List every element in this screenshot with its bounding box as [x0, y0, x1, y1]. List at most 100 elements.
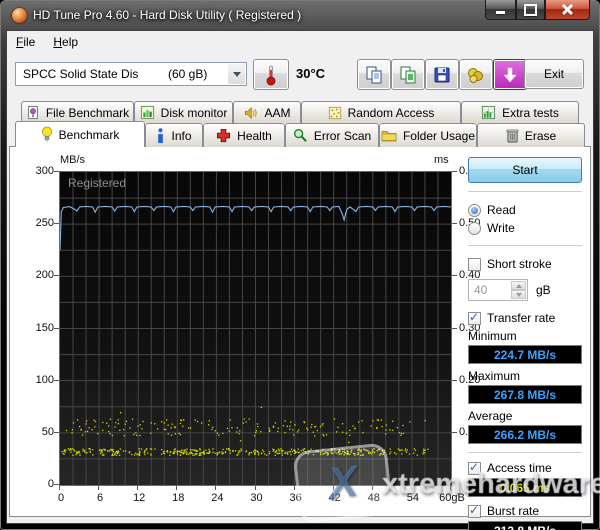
average-value: 266.2 MB/s [468, 425, 582, 444]
left-axis-tick: 0 [47, 478, 54, 490]
tab-label: Error Scan [313, 128, 372, 143]
tick-mark [452, 275, 457, 277]
tick-mark [54, 223, 59, 225]
write-label: Write [487, 221, 515, 235]
copy-image-icon [400, 66, 416, 83]
access-time-checkbox[interactable] [468, 460, 481, 475]
tick-mark [59, 486, 60, 490]
x-axis-tick: 0 [57, 492, 65, 504]
left-axis-tick: 100 [35, 373, 54, 386]
short-stroke-label: Short stroke [487, 257, 552, 271]
tick-mark [54, 275, 59, 277]
drive-selector-capacity: (60 gB) [168, 67, 208, 81]
burst-rate-row[interactable]: Burst rate [468, 502, 582, 520]
copy-button[interactable] [357, 59, 391, 90]
tick-mark [452, 223, 457, 225]
benchmark-plot: Registered [59, 171, 452, 486]
tick-mark [254, 486, 256, 490]
transfer-rate-checkbox[interactable] [468, 310, 481, 325]
tab-random-access[interactable]: Random Access [301, 101, 461, 123]
short-stroke-unit: gB [536, 283, 551, 297]
tab-row-primary: Benchmark Info Health Error Scan Folder … [15, 121, 585, 147]
minimum-label: Minimum [468, 329, 517, 343]
save-button[interactable] [425, 59, 459, 90]
close-icon [562, 4, 573, 15]
spinner-up-button[interactable] [511, 281, 526, 290]
tick-mark [176, 486, 178, 490]
burst-rate-label: Burst rate [487, 504, 540, 518]
tick-mark [54, 484, 59, 485]
tab-extra-tests[interactable]: Extra tests [461, 101, 579, 123]
short-stroke-checkbox[interactable] [468, 257, 481, 271]
tab-info[interactable]: Info [145, 123, 203, 147]
save-icon [434, 67, 450, 82]
maximize-button[interactable] [516, 0, 545, 20]
tick-mark [450, 486, 451, 490]
registered-watermark: Registered [68, 176, 127, 190]
short-stroke-size-input[interactable]: 40 [468, 279, 528, 301]
short-stroke-row[interactable]: Short stroke [468, 255, 582, 273]
menu-help[interactable]: Help [44, 32, 87, 52]
folder-icon [381, 131, 397, 142]
window-title: HD Tune Pro 4.60 - Hard Disk Utility ( R… [33, 8, 302, 22]
capture-button[interactable] [493, 59, 527, 90]
app-icon [12, 7, 27, 23]
transfer-rate-row[interactable]: Transfer rate [468, 309, 582, 327]
average-label: Average [468, 409, 513, 423]
tick-mark [452, 431, 457, 433]
x-axis-tick: 60gB [439, 492, 465, 504]
tab-row-secondary: File Benchmark Disk monitor AAM Random A… [21, 101, 579, 123]
x-axis-tick: 18 [172, 492, 185, 504]
temperature-value: 30°C [296, 66, 326, 81]
health-cross-icon [217, 128, 231, 143]
tick-mark [54, 431, 59, 433]
left-axis-unit: MB/s [60, 154, 86, 166]
spinner-down-button[interactable] [511, 290, 526, 299]
x-axis-tick: 24 [211, 492, 224, 504]
tab-label: Health [237, 128, 272, 143]
tab-health[interactable]: Health [203, 123, 285, 147]
random-access-icon [328, 106, 341, 119]
x-axis-tick: 42 [328, 492, 341, 504]
exit-button[interactable]: Exit [524, 59, 584, 89]
burst-rate-checkbox[interactable] [468, 503, 481, 518]
drive-selector[interactable]: SPCC Solid State Dis (60 gB) [15, 62, 247, 86]
access-time-value: 0.065 ms [468, 478, 582, 497]
title-bar[interactable]: HD Tune Pro 4.60 - Hard Disk Utility ( R… [0, 0, 600, 30]
copy-image-button[interactable] [391, 59, 425, 90]
tab-label: Extra tests [502, 105, 559, 120]
write-radio[interactable] [468, 221, 481, 235]
tab-disk-monitor[interactable]: Disk monitor [134, 101, 233, 123]
close-button[interactable] [545, 0, 590, 20]
temperature-button[interactable] [253, 59, 289, 90]
speaker-icon [245, 106, 258, 119]
x-axis-tick: 36 [289, 492, 302, 504]
benchmark-bulb-icon [41, 126, 52, 142]
tab-label: Random Access [347, 105, 435, 120]
minimize-button[interactable] [485, 0, 516, 20]
maximum-value: 267.8 MB/s [468, 385, 582, 404]
tab-aam[interactable]: AAM [233, 101, 301, 123]
tick-mark [54, 171, 59, 172]
menu-file[interactable]: File [7, 32, 44, 52]
tab-file-benchmark[interactable]: File Benchmark [21, 101, 134, 123]
tab-benchmark[interactable]: Benchmark [15, 121, 145, 147]
minimum-value: 224.7 MB/s [468, 345, 582, 364]
tick-mark [371, 486, 373, 490]
write-radio-row[interactable]: Write [468, 219, 582, 237]
tab-error-scan[interactable]: Error Scan [285, 123, 379, 147]
tick-mark [452, 379, 457, 381]
spinner-up-icon [515, 283, 522, 288]
tab-erase[interactable]: Erase [477, 123, 585, 147]
coins-icon [468, 67, 483, 83]
drive-selector-value: SPCC Solid State Dis [23, 67, 139, 81]
tab-label: Info [171, 128, 192, 143]
access-time-row[interactable]: Access time [468, 459, 582, 477]
tab-folder-usage[interactable]: Folder Usage [379, 123, 477, 147]
read-radio-row[interactable]: Read [468, 201, 582, 219]
app-window: HD Tune Pro 4.60 - Hard Disk Utility ( R… [0, 0, 600, 530]
chevron-down-icon [232, 71, 241, 77]
read-radio[interactable] [468, 203, 481, 217]
options-button[interactable] [459, 59, 493, 90]
start-button[interactable]: Start [468, 157, 582, 183]
